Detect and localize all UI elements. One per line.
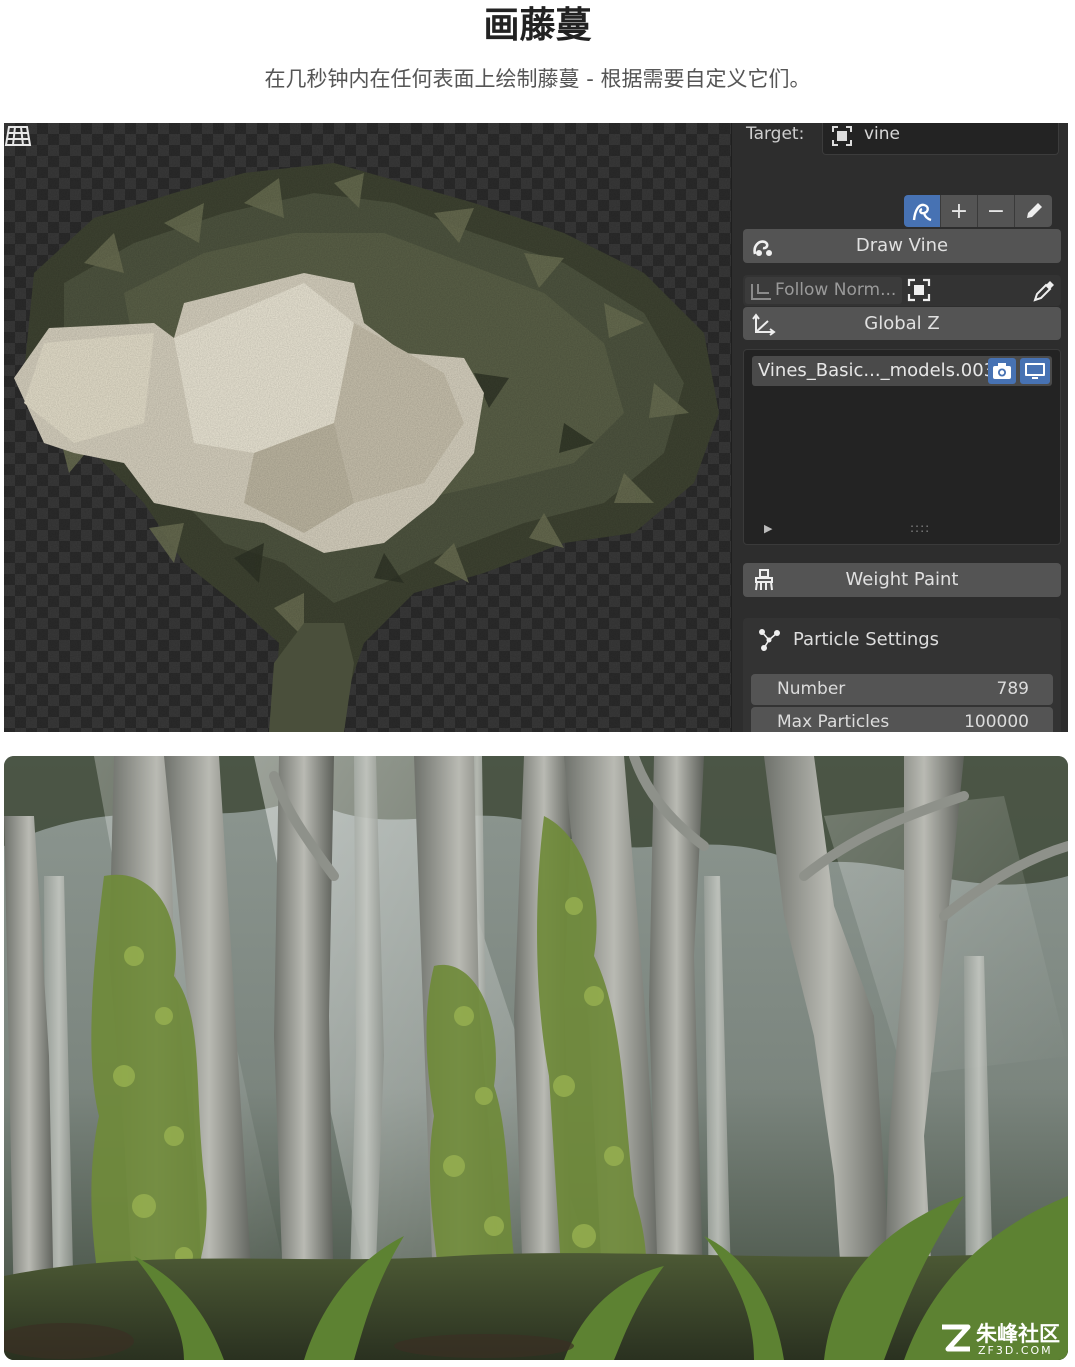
expand-triangle-icon[interactable]: ▶ <box>764 522 772 535</box>
page-subtitle: 在几秒钟内在任何表面上绘制藤蔓 - 根据需要自定义它们。 <box>264 67 811 91</box>
forest-scene <box>4 756 1068 1360</box>
list-item-label: Vines_Basic..._models.003 <box>758 360 996 381</box>
draw-vine-button[interactable]: Draw Vine <box>743 229 1061 263</box>
vine-model-list: Vines_Basic..._models.003 ▶:::: <box>743 349 1061 545</box>
weight-paint-label: Weight Paint <box>845 569 959 590</box>
resize-grip-icon[interactable]: :::: <box>910 521 930 535</box>
vine-icon <box>912 203 932 222</box>
vine-mode-button[interactable] <box>904 195 941 227</box>
draw-vine-label: Draw Vine <box>855 235 949 256</box>
perspective-grid-icon[interactable] <box>4 123 32 149</box>
pencil-icon <box>1026 203 1042 218</box>
page-title: 画藤蔓 <box>483 5 592 46</box>
target-label: Target: <box>746 124 805 144</box>
particles-icon <box>759 629 780 651</box>
number-field[interactable]: Number 789 <box>751 674 1053 705</box>
list-item[interactable]: Vines_Basic..._models.003 <box>752 356 1052 386</box>
target-object-value: vine <box>864 124 901 144</box>
add-button[interactable]: + <box>941 195 978 227</box>
minus-icon: − <box>986 198 1006 224</box>
monitor-icon <box>1025 363 1045 379</box>
vine-covered-rock-render <box>4 123 731 732</box>
brush-icon <box>755 569 773 591</box>
camera-icon <box>993 363 1011 379</box>
tool-mode-row: + − <box>904 195 1052 227</box>
particle-settings-panel: Particle Settings Number 789 Max Particl… <box>743 618 1061 732</box>
orientation-row: Follow Norm... <box>743 275 1061 306</box>
axis-icon <box>752 313 776 336</box>
3d-viewport[interactable] <box>4 123 731 732</box>
forest-render-image <box>4 756 1068 1360</box>
remove-button[interactable]: − <box>978 195 1015 227</box>
follow-normal-toggle[interactable]: Follow Norm... <box>745 277 902 304</box>
vine-tool-panel: Target: vine + − Draw Vine Follow Norm..… <box>731 123 1068 732</box>
global-z-button[interactable]: Global Z <box>743 307 1061 340</box>
watermark-name: 朱峰社区 <box>976 1322 1060 1346</box>
blender-screenshot: Target: vine + − Draw Vine Follow Norm..… <box>4 123 1068 732</box>
follow-normal-icon <box>751 284 771 300</box>
plus-icon: + <box>949 198 969 224</box>
viewport-display-toggle[interactable] <box>1020 358 1050 384</box>
draw-vine-icon <box>753 240 772 256</box>
watermark: 朱峰社区 ZF3D.COM <box>938 1320 1066 1360</box>
object-frame-icon <box>832 126 852 146</box>
particle-settings-title: Particle Settings <box>793 629 940 650</box>
eyedropper-icon[interactable] <box>1031 278 1057 304</box>
edit-button[interactable] <box>1015 195 1052 227</box>
global-z-label: Global Z <box>864 313 940 334</box>
weight-paint-button[interactable]: Weight Paint <box>743 563 1061 597</box>
max-particles-field[interactable]: Max Particles 100000 <box>751 707 1053 732</box>
zf3d-logo-icon <box>942 1324 971 1352</box>
watermark-url: ZF3D.COM <box>978 1344 1053 1357</box>
frame-selected-icon[interactable] <box>907 278 931 302</box>
follow-normal-label: Follow Norm... <box>775 280 897 300</box>
target-object-field[interactable]: vine <box>822 123 1059 155</box>
max-particles-value: 100000 <box>964 712 1029 732</box>
number-label: Number <box>777 679 846 699</box>
number-value: 789 <box>996 679 1029 699</box>
max-particles-label: Max Particles <box>777 712 890 732</box>
render-camera-toggle[interactable] <box>988 358 1016 384</box>
